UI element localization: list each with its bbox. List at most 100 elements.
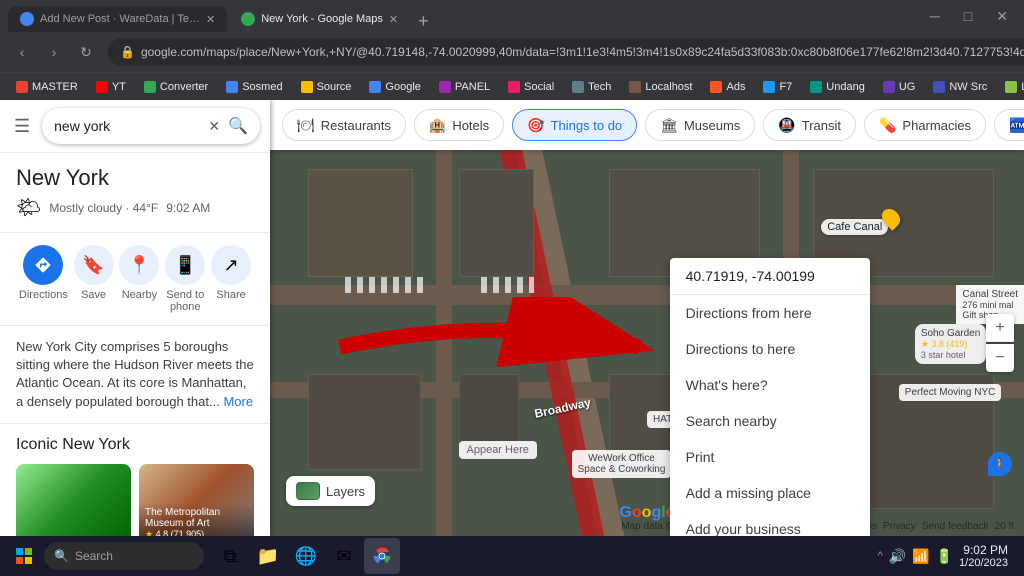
pharmacies-icon: 💊 — [879, 117, 896, 134]
context-print[interactable]: Print — [670, 439, 870, 475]
bookmark-master[interactable]: MASTER — [8, 79, 86, 95]
cafe-canal-label: Cafe Canal — [821, 219, 888, 235]
win-square-1 — [16, 548, 23, 555]
filter-transit[interactable]: 🚇 Transit — [763, 109, 856, 141]
search-input-wrap[interactable]: new york ✕ 🔍 — [42, 108, 260, 144]
context-whats-here[interactable]: What's here? — [670, 367, 870, 403]
canal-sub: 276 mini mal — [962, 300, 1018, 310]
filter-atms[interactable]: 🏧 ATMs — [994, 109, 1024, 141]
save-icon: 🔖 — [74, 245, 114, 285]
volume-icon[interactable]: 🔊 — [889, 548, 906, 565]
things-icon: 🎯 — [527, 117, 544, 134]
share-icon: ↗ — [211, 245, 251, 285]
privacy-link[interactable]: Privacy — [883, 521, 916, 532]
window-controls: ─ □ ✕ — [922, 8, 1016, 25]
directions-icon — [23, 245, 63, 285]
address-bar[interactable]: 🔒 google.com/maps/place/New+York,+NY/@40… — [108, 38, 1024, 66]
filter-museums[interactable]: 🏛 Museums — [645, 109, 755, 141]
start-button[interactable] — [8, 540, 40, 572]
bookmark-ads[interactable]: Ads — [702, 79, 753, 95]
reload-button[interactable]: ↻ — [72, 38, 100, 66]
directions-button[interactable]: Directions — [19, 245, 68, 313]
bookmark-converter[interactable]: Converter — [136, 79, 216, 95]
photo-rating: ★ 4.8 (71,905) — [145, 529, 248, 536]
save-button[interactable]: 🔖 Save — [74, 245, 114, 313]
bookmark-google[interactable]: Google — [361, 79, 428, 95]
bookmark-undang[interactable]: Undang — [802, 79, 873, 95]
central-park-image — [16, 464, 131, 536]
restaurants-label: Restaurants — [321, 118, 391, 133]
secure-icon: 🔒 — [120, 45, 135, 59]
bookmark-localhost[interactable]: Localhost — [621, 79, 700, 95]
tab-close-waredata[interactable]: ✕ — [206, 13, 215, 26]
layers-button[interactable]: Layers — [286, 476, 375, 506]
context-directions-to[interactable]: Directions to here — [670, 331, 870, 367]
building-block-1 — [308, 169, 414, 277]
filter-things-to-do[interactable]: 🎯 Things to do — [512, 109, 637, 141]
map-area[interactable]: Cafe Canal Broadway Appear Here Soho Gar… — [270, 150, 1024, 536]
hotels-label: Hotels — [452, 118, 489, 133]
place-name: New York — [16, 165, 254, 191]
share-button[interactable]: ↗ Share — [211, 245, 251, 313]
send-feedback-link[interactable]: Send feedback — [922, 521, 989, 532]
iconic-photos: The MetropolitanMuseum of Art ★ 4.8 (71,… — [16, 464, 254, 536]
place-description: New York City comprises 5 boroughs sitti… — [0, 326, 270, 424]
iconic-photo-central-park[interactable] — [16, 464, 131, 536]
chrome-icon[interactable] — [364, 538, 400, 574]
filter-pharmacies[interactable]: 💊 Pharmacies — [864, 109, 986, 141]
back-button[interactable]: ‹ — [8, 38, 36, 66]
tray-clock[interactable]: 9:02 PM 1/20/2023 — [959, 543, 1008, 569]
search-input[interactable]: new york — [54, 118, 200, 134]
context-add-business[interactable]: Add your business — [670, 511, 870, 536]
nearby-button[interactable]: 📍 Nearby — [119, 245, 159, 313]
tray-time: 9:02 PM — [959, 543, 1008, 557]
share-label: Share — [216, 289, 245, 301]
filter-hotels[interactable]: 🏨 Hotels — [414, 109, 504, 141]
close-window-button[interactable]: ✕ — [988, 8, 1016, 25]
search-row: ☰ new york ✕ 🔍 — [0, 100, 270, 153]
filter-restaurants[interactable]: 🍽 Restaurants — [282, 109, 406, 141]
mail-icon[interactable]: ✉ — [326, 538, 362, 574]
send-phone-icon: 📱 — [165, 245, 205, 285]
bookmark-sosmed[interactable]: Sosmed — [218, 79, 290, 95]
iconic-photo-met[interactable]: The MetropolitanMuseum of Art ★ 4.8 (71,… — [139, 464, 254, 536]
zoom-in-button[interactable]: + — [986, 314, 1014, 342]
file-explorer-icon[interactable]: 📁 — [250, 538, 286, 574]
bookmark-panel[interactable]: PANEL — [431, 79, 498, 95]
bookmark-f7[interactable]: F7 — [755, 79, 800, 95]
bookmark-yt[interactable]: YT — [88, 79, 134, 95]
minimize-button[interactable]: ─ — [922, 8, 948, 25]
bookmark-social[interactable]: Social — [500, 79, 562, 95]
bookmark-nwsrc[interactable]: NW Src — [925, 79, 995, 95]
more-link[interactable]: More — [223, 394, 253, 409]
search-clear-icon[interactable]: ✕ — [208, 118, 220, 135]
bookmark-ug[interactable]: UG — [875, 79, 924, 95]
context-add-missing-place[interactable]: Add a missing place — [670, 475, 870, 511]
new-tab-button[interactable]: + — [412, 11, 435, 32]
tray-date: 1/20/2023 — [959, 557, 1008, 569]
cafe-pin — [883, 208, 903, 234]
zoom-out-button[interactable]: − — [986, 344, 1014, 372]
search-button[interactable]: 🔍 — [228, 116, 248, 136]
bookmark-source[interactable]: Source — [293, 79, 360, 95]
tab-close-maps[interactable]: ✕ — [389, 13, 398, 26]
nav-buttons: ‹ › ↻ — [8, 38, 100, 66]
context-search-nearby[interactable]: Search nearby — [670, 403, 870, 439]
battery-icon[interactable]: 🔋 — [936, 548, 953, 565]
pegman-button[interactable]: 🚶 — [988, 452, 1012, 476]
hidden-icons-button[interactable]: ^ — [878, 550, 883, 562]
tab-waredata[interactable]: Add New Post · WareData | Tech... ✕ — [8, 6, 227, 32]
send-to-phone-button[interactable]: 📱 Send to phone — [165, 245, 205, 313]
bookmark-land[interactable]: Land — [997, 79, 1024, 95]
wifi-icon[interactable]: 📶 — [912, 548, 929, 565]
forward-button[interactable]: › — [40, 38, 68, 66]
context-directions-from[interactable]: Directions from here — [670, 295, 870, 331]
tab-maps[interactable]: New York - Google Maps ✕ — [229, 6, 410, 32]
soho-type: 3 star hotel — [921, 350, 981, 360]
bookmark-tech[interactable]: Tech — [564, 79, 619, 95]
browser-icon[interactable]: 🌐 — [288, 538, 324, 574]
task-view-button[interactable]: ⧉ — [212, 538, 248, 574]
hamburger-menu[interactable]: ☰ — [10, 112, 34, 141]
taskbar-search[interactable]: 🔍 Search — [44, 542, 204, 570]
maximize-button[interactable]: □ — [956, 8, 980, 25]
